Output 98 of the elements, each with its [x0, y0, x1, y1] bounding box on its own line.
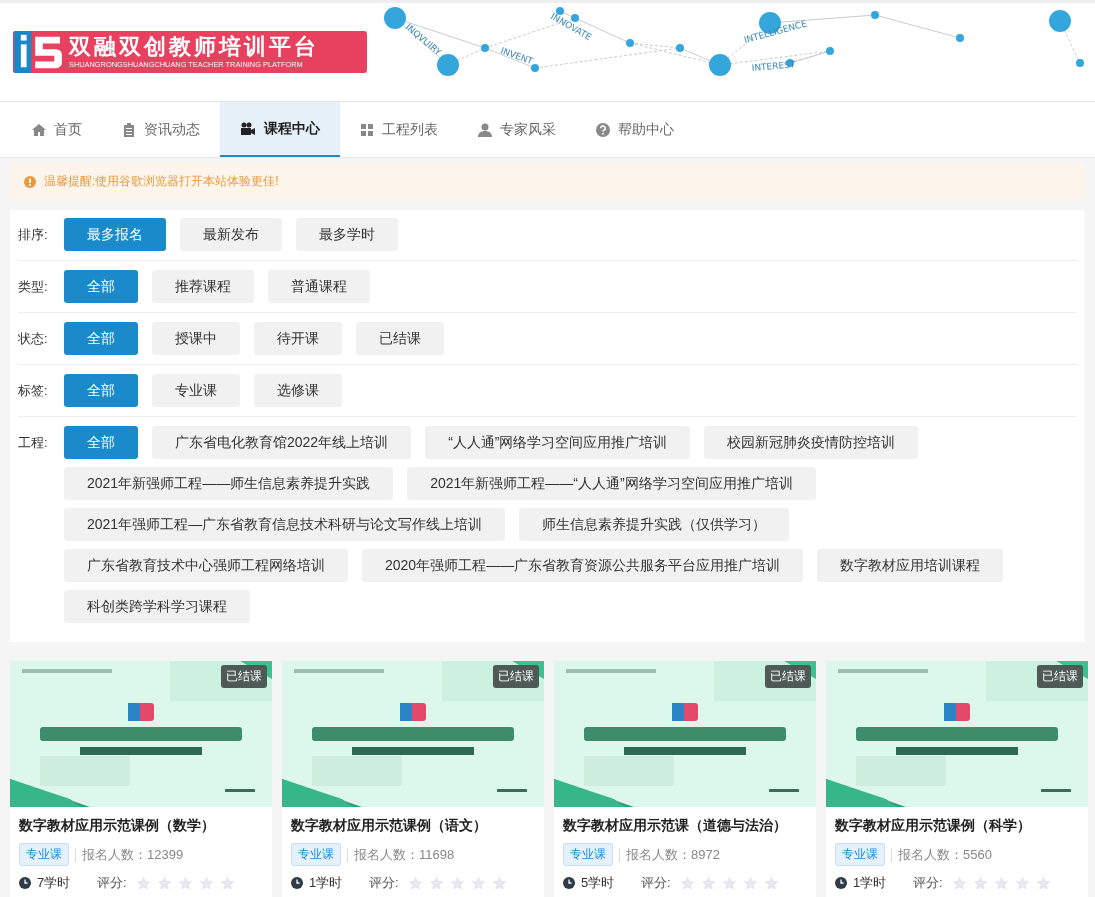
filter-option[interactable]: 2021年新强师工程——“人人通”网络学习空间应用推广培训	[407, 467, 816, 500]
empty-star-icon	[680, 876, 694, 890]
course-card[interactable]: 已结课 数字教材应用示范课例（数学） 专业课 报名人数：12399 7学时 评分:	[10, 661, 272, 897]
video-camera-icon	[240, 121, 256, 136]
course-hours: 1学时	[853, 874, 888, 892]
filter-label: 标签:	[18, 382, 49, 400]
empty-star-icon	[492, 876, 506, 890]
filter-option[interactable]: 2021年新强师工程——师生信息素养提升实践	[64, 467, 394, 500]
rating-label: 评分:	[913, 874, 943, 892]
enrollment-count: 报名人数：12399	[82, 845, 184, 864]
filter-option[interactable]: 普通课程	[268, 270, 370, 303]
logo-title: 双融双创教师培训平台	[69, 34, 319, 60]
filter-option[interactable]: 广东省电化教育馆2022年线上培训	[152, 426, 412, 459]
nav-tab[interactable]: 资讯动态	[102, 102, 220, 157]
filter-option[interactable]: 全部	[64, 426, 138, 459]
home-icon	[32, 122, 46, 137]
course-card[interactable]: 已结课 数字教材应用示范课（道德与法治） 专业课 报名人数：8972 5学时 评分:	[554, 661, 816, 897]
empty-star-icon	[450, 876, 464, 890]
nav-tab[interactable]: 专家风采	[458, 102, 576, 157]
clipboard-icon	[122, 122, 136, 137]
user-icon	[478, 122, 492, 137]
notice-text: 温馨提醒:使用谷歌浏览器打开本站体验更佳!	[44, 173, 279, 190]
clock-icon	[835, 877, 847, 889]
nav-tab[interactable]: 首页	[12, 102, 102, 157]
empty-star-icon	[973, 876, 987, 890]
filter-option[interactable]: 已结课	[356, 322, 444, 355]
filter-option[interactable]: 授课中	[152, 322, 240, 355]
empty-star-icon	[429, 876, 443, 890]
filter-option[interactable]: 2020年强师工程——广东省教育资源公共服务平台应用推广培训	[362, 549, 804, 582]
filter-option[interactable]: 全部	[64, 322, 138, 355]
enrollment-count: 报名人数：8972	[626, 845, 720, 864]
empty-star-icon	[743, 876, 757, 890]
filter-option[interactable]: 选修课	[254, 374, 342, 407]
filter-label: 排序:	[18, 226, 49, 244]
warning-icon	[24, 175, 36, 188]
filter-option[interactable]: 广东省教育技术中心强师工程网络培训	[64, 549, 348, 582]
course-tag: 专业课	[835, 843, 885, 866]
clock-icon	[291, 877, 303, 889]
filter-option[interactable]: 专业课	[152, 374, 240, 407]
enrollment-count: 报名人数：5560	[898, 845, 992, 864]
empty-star-icon	[220, 876, 234, 890]
empty-star-icon	[701, 876, 715, 890]
filter-option[interactable]: 推荐课程	[152, 270, 254, 303]
filter-option[interactable]: “人人通”网络学习空间应用推广培训	[425, 426, 691, 459]
empty-star-icon	[764, 876, 778, 890]
empty-star-icon	[471, 876, 485, 890]
course-card[interactable]: 已结课 数字教材应用示范课例（语文） 专业课 报名人数：11698 1学时 评分:	[282, 661, 544, 897]
empty-star-icon	[952, 876, 966, 890]
empty-star-icon	[722, 876, 736, 890]
empty-star-icon	[1015, 876, 1029, 890]
filter-option[interactable]: 全部	[64, 374, 138, 407]
filter-option[interactable]: 最多学时	[296, 218, 398, 251]
filter-label: 状态:	[18, 330, 49, 348]
nav-tab[interactable]: 课程中心	[220, 102, 340, 157]
help-icon	[596, 122, 610, 137]
filter-option[interactable]: 校园新冠肺炎疫情防控培训	[704, 426, 919, 459]
course-hours: 7学时	[37, 874, 72, 892]
grid-icon	[360, 122, 374, 137]
clock-icon	[563, 877, 575, 889]
course-tag: 专业课	[563, 843, 613, 866]
course-card[interactable]: 已结课 数字教材应用示范课例（科学） 专业课 报名人数：5560 1学时 评分:	[826, 661, 1088, 897]
nav-tab[interactable]: 工程列表	[340, 102, 458, 157]
rating-label: 评分:	[97, 874, 127, 892]
course-title: 数字教材应用示范课例（科学）	[835, 817, 1032, 835]
course-title: 数字教材应用示范课（道德与法治）	[563, 817, 788, 835]
empty-star-icon	[199, 876, 213, 890]
status-badge: 已结课	[1037, 665, 1083, 688]
course-hours: 1学时	[309, 874, 344, 892]
filter-option[interactable]: 科创类跨学科学习课程	[64, 590, 250, 623]
filter-option[interactable]: 最多报名	[64, 218, 166, 251]
logo-mark-icon	[13, 31, 65, 73]
status-badge: 已结课	[493, 665, 539, 688]
filter-option[interactable]: 2021年强师工程—广东省教育信息技术科研与论文写作线上培训	[64, 508, 506, 541]
empty-star-icon	[178, 876, 192, 890]
course-hours: 5学时	[581, 874, 616, 892]
filter-option[interactable]: 待开课	[254, 322, 342, 355]
empty-star-icon	[994, 876, 1008, 890]
nav-tab[interactable]: 帮助中心	[576, 102, 694, 157]
empty-star-icon	[1036, 876, 1050, 890]
enrollment-count: 报名人数：11698	[354, 845, 455, 864]
rating-label: 评分:	[369, 874, 399, 892]
clock-icon	[19, 877, 31, 889]
empty-star-icon	[408, 876, 422, 890]
filter-label: 工程:	[18, 434, 49, 452]
course-tag: 专业课	[291, 843, 341, 866]
filter-option[interactable]: 师生信息素养提升实践（仅供学习）	[519, 508, 790, 541]
filter-option[interactable]: 全部	[64, 270, 138, 303]
course-title: 数字教材应用示范课例（数学）	[19, 817, 216, 835]
filter-option[interactable]: 最新发布	[180, 218, 282, 251]
course-title: 数字教材应用示范课例（语文）	[291, 817, 488, 835]
filter-label: 类型:	[18, 278, 49, 296]
status-badge: 已结课	[765, 665, 811, 688]
empty-star-icon	[157, 876, 171, 890]
status-badge: 已结课	[221, 665, 267, 688]
rating-label: 评分:	[641, 874, 671, 892]
course-tag: 专业课	[19, 843, 69, 866]
filter-option[interactable]: 数字教材应用培训课程	[817, 549, 1004, 582]
empty-star-icon	[136, 876, 150, 890]
